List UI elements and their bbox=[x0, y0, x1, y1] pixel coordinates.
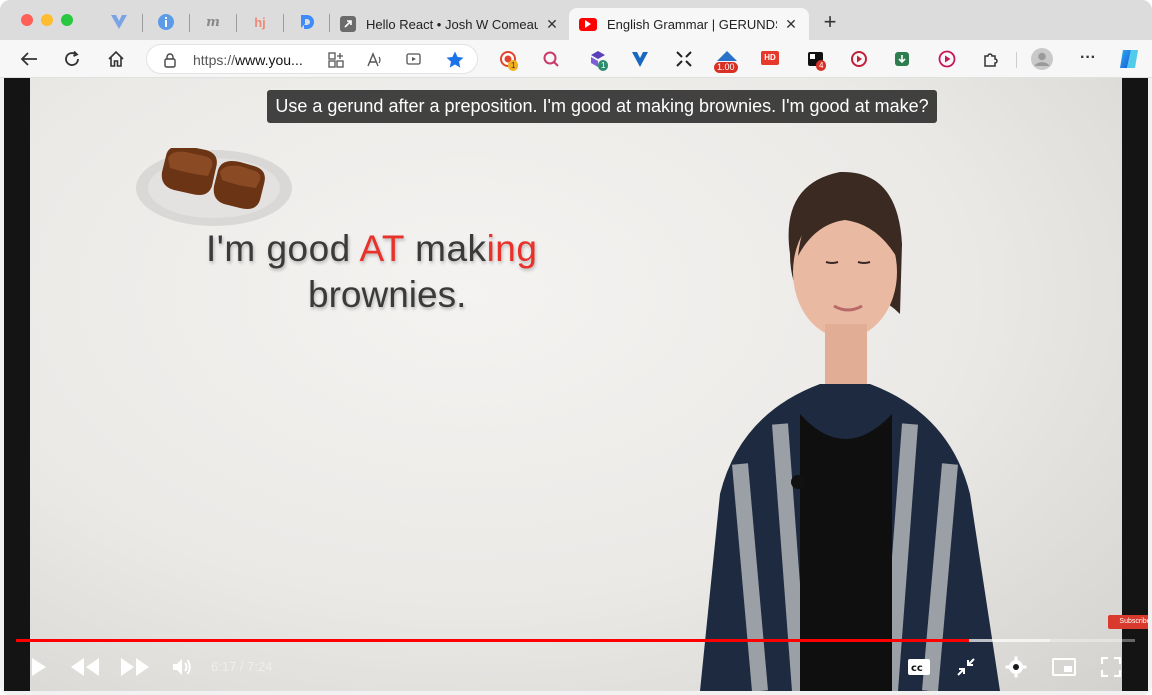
window-maximize-button[interactable] bbox=[61, 14, 73, 26]
url-text[interactable]: https://www.you... bbox=[193, 52, 303, 68]
toolbar-divider bbox=[1016, 52, 1017, 68]
slide-headline: I'm good AT making bbox=[206, 228, 537, 270]
extension-collapse-icon[interactable] bbox=[674, 49, 694, 69]
video-caption: Use a gerund after a preposition. I'm go… bbox=[267, 90, 937, 123]
slide-text-part: ing bbox=[486, 228, 538, 269]
more-menu-icon[interactable]: ··· bbox=[1076, 49, 1100, 69]
video-frame[interactable]: I'm good AT making brownies. Use a gerun… bbox=[30, 78, 1148, 691]
extension-record-icon[interactable]: 1 bbox=[498, 49, 519, 71]
fullscreen-icon[interactable] bbox=[1099, 654, 1123, 680]
extension-video-red-icon[interactable] bbox=[849, 49, 869, 69]
extension-hd-icon[interactable]: HD bbox=[761, 49, 781, 69]
extensions-puzzle-icon[interactable] bbox=[981, 49, 1001, 69]
slide-text-part: I'm good bbox=[206, 228, 360, 269]
extension-vuetify-icon[interactable] bbox=[630, 49, 650, 69]
lock-icon[interactable] bbox=[163, 52, 177, 73]
tab-close-icon[interactable]: ✕ bbox=[544, 16, 560, 33]
extension-play-circle-icon[interactable] bbox=[937, 49, 957, 69]
slide-text-part: mak bbox=[404, 228, 487, 269]
tab-separator bbox=[236, 14, 237, 32]
copilot-icon[interactable] bbox=[1117, 47, 1141, 71]
extension-dark-icon[interactable]: 4 bbox=[806, 49, 827, 71]
window-minimize-button[interactable] bbox=[41, 14, 53, 26]
tab-strip: m hj Hello React • Josh W Comeau ✕ Engli… bbox=[0, 0, 1152, 42]
tab-hello-react[interactable]: Hello React • Josh W Comeau ✕ bbox=[330, 8, 570, 40]
picture-in-picture-icon[interactable] bbox=[1050, 654, 1078, 680]
extension-speed-icon[interactable]: 1.00 bbox=[713, 49, 741, 73]
media-icon[interactable] bbox=[405, 51, 423, 74]
hj-tab-glyph: hj bbox=[254, 14, 266, 30]
apps-icon[interactable] bbox=[327, 51, 345, 74]
tab-separator bbox=[189, 14, 190, 32]
url-host: www.you... bbox=[235, 52, 303, 68]
d-tab-icon[interactable] bbox=[297, 12, 317, 32]
svg-text:cc: cc bbox=[911, 663, 923, 674]
extension-badge: 4 bbox=[816, 60, 827, 71]
external-link-icon bbox=[340, 16, 356, 32]
play-button[interactable] bbox=[28, 654, 50, 680]
subscribe-watermark[interactable]: Subscribe bbox=[1108, 615, 1148, 629]
fast-forward-button[interactable] bbox=[118, 654, 152, 680]
settings-gear-icon[interactable] bbox=[1003, 654, 1029, 680]
captions-button[interactable]: cc bbox=[906, 654, 932, 680]
tab-title: English Grammar | GERUNDS in bbox=[607, 16, 777, 32]
m-tab-glyph: m bbox=[206, 14, 220, 30]
slide-headline-line2: brownies. bbox=[308, 274, 467, 315]
video-player[interactable]: I'm good AT making brownies. Use a gerun… bbox=[4, 78, 1148, 691]
hd-label: HD bbox=[761, 51, 779, 65]
time-display: 6:17 / 7:24 bbox=[211, 659, 273, 674]
reload-button[interactable] bbox=[61, 48, 83, 70]
miniplayer-collapse-icon[interactable] bbox=[954, 654, 978, 680]
progress-played[interactable] bbox=[16, 639, 970, 642]
info-tab-icon[interactable] bbox=[156, 12, 176, 32]
m-tab-icon[interactable]: m bbox=[203, 12, 223, 32]
extension-download-icon[interactable] bbox=[892, 49, 912, 69]
extension-badge: 1 bbox=[598, 60, 609, 71]
tab-separator bbox=[283, 14, 284, 32]
favorite-star-icon[interactable] bbox=[445, 50, 465, 75]
youtube-icon bbox=[579, 17, 597, 31]
new-tab-button[interactable]: + bbox=[818, 10, 842, 34]
read-aloud-icon[interactable] bbox=[366, 51, 384, 72]
rewind-button[interactable] bbox=[68, 654, 102, 680]
home-button[interactable] bbox=[105, 48, 127, 70]
extension-search-icon[interactable] bbox=[541, 49, 561, 69]
hj-tab-icon[interactable]: hj bbox=[250, 12, 270, 32]
speed-badge: 1.00 bbox=[714, 62, 738, 73]
tab-title: Hello React • Josh W Comeau bbox=[366, 16, 538, 32]
window-close-button[interactable] bbox=[21, 14, 33, 26]
tab-close-icon[interactable]: ✕ bbox=[783, 16, 799, 33]
presenter-figure bbox=[630, 164, 1050, 691]
browser-toolbar: https://www.you... 1 1 1.00 HD 4 ··· bbox=[0, 40, 1152, 78]
back-button[interactable] bbox=[18, 48, 40, 70]
profile-avatar[interactable] bbox=[1031, 48, 1053, 70]
tab-english-grammar[interactable]: English Grammar | GERUNDS in ✕ bbox=[569, 8, 809, 40]
extension-puzzle-purple-icon[interactable]: 1 bbox=[588, 49, 609, 71]
browser-window: m hj Hello React • Josh W Comeau ✕ Engli… bbox=[0, 0, 1152, 695]
slide-text-part: AT bbox=[359, 228, 405, 269]
tab-separator bbox=[142, 14, 143, 32]
extension-badge: 1 bbox=[508, 60, 519, 71]
url-scheme: https:// bbox=[193, 52, 236, 68]
vuetify-tab-icon[interactable] bbox=[109, 12, 129, 32]
address-bar[interactable]: https://www.you... bbox=[146, 44, 478, 74]
volume-icon[interactable] bbox=[170, 654, 194, 680]
